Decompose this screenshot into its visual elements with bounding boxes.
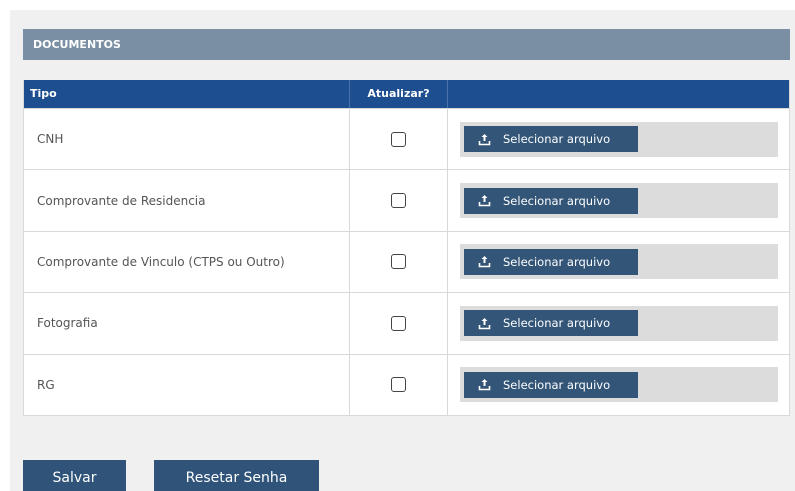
select-file-label: Selecionar arquivo	[503, 377, 611, 392]
update-checkbox[interactable]	[391, 193, 406, 209]
document-type: Comprovante de Vinculo (CTPS ou Outro)	[24, 231, 350, 293]
save-button[interactable]: Salvar	[23, 460, 126, 491]
document-type: CNH	[24, 109, 350, 170]
column-header-atualizar: Atualizar?	[350, 80, 448, 108]
select-file-label: Selecionar arquivo	[503, 254, 611, 269]
update-checkbox[interactable]	[391, 315, 406, 331]
upload-icon	[478, 255, 491, 268]
select-file-label: Selecionar arquivo	[503, 193, 611, 208]
section-title: DOCUMENTOS	[23, 29, 790, 60]
file-input[interactable]: Selecionar arquivo	[460, 244, 778, 280]
select-file-button[interactable]: Selecionar arquivo	[464, 248, 638, 275]
column-header-arquivo	[448, 80, 789, 108]
update-checkbox[interactable]	[391, 131, 406, 147]
select-file-button[interactable]: Selecionar arquivo	[464, 371, 638, 398]
table-row: Fotografia Selecionar arquivo	[24, 292, 789, 354]
select-file-button[interactable]: Selecionar arquivo	[464, 126, 638, 153]
select-file-button[interactable]: Selecionar arquivo	[464, 187, 638, 214]
document-type: Fotografia	[24, 293, 350, 354]
column-header-tipo: Tipo	[24, 80, 350, 108]
documents-table: Tipo Atualizar? CNH Selecionar arquivo C…	[23, 80, 790, 416]
table-row: Comprovante de Residencia Selecionar arq…	[24, 169, 789, 231]
file-input[interactable]: Selecionar arquivo	[460, 305, 778, 341]
update-checkbox[interactable]	[391, 254, 406, 270]
upload-icon	[478, 133, 491, 146]
upload-icon	[478, 378, 491, 391]
select-file-button[interactable]: Selecionar arquivo	[464, 310, 638, 337]
file-input[interactable]: Selecionar arquivo	[460, 367, 778, 403]
table-row: Comprovante de Vinculo (CTPS ou Outro) S…	[24, 230, 789, 293]
table-row: CNH Selecionar arquivo	[24, 108, 789, 170]
update-checkbox[interactable]	[391, 377, 406, 393]
table-row: RG Selecionar arquivo	[24, 353, 789, 415]
document-type: Comprovante de Residencia	[24, 170, 350, 231]
upload-icon	[478, 194, 491, 207]
file-input[interactable]: Selecionar arquivo	[460, 121, 778, 157]
reset-password-button[interactable]: Resetar Senha	[154, 460, 319, 491]
select-file-label: Selecionar arquivo	[503, 132, 611, 147]
document-type: RG	[24, 354, 350, 415]
upload-icon	[478, 317, 491, 330]
table-header: Tipo Atualizar?	[24, 80, 789, 108]
file-input[interactable]: Selecionar arquivo	[460, 183, 778, 219]
select-file-label: Selecionar arquivo	[503, 316, 611, 331]
